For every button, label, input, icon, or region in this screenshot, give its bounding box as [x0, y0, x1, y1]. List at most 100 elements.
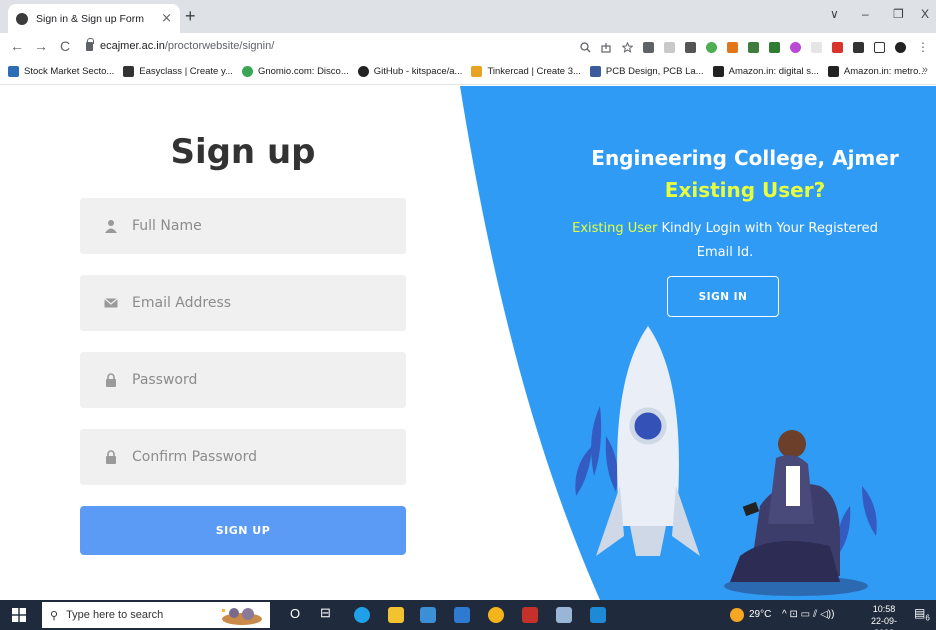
reload-button[interactable]: C [58, 38, 72, 54]
notepad-icon[interactable] [556, 607, 572, 623]
password-input[interactable] [132, 352, 392, 408]
notification-center-icon[interactable]: ▤6 [914, 606, 930, 622]
bookmark-label: Amazon.in: digital s... [728, 66, 819, 77]
bookmark-favicon-icon [123, 66, 135, 77]
back-button[interactable]: ← [10, 38, 24, 54]
bookmark-item[interactable]: PCB Design, PCB La... [589, 66, 704, 77]
bookmarks-overflow-button[interactable]: » [922, 64, 928, 76]
clock-time: 10:58 [872, 604, 896, 614]
system-tray-icons[interactable]: ^ ⊡ ▭ ⫽ ◁)) [782, 609, 834, 620]
tab-close-icon[interactable]: × [161, 11, 172, 26]
address-bar[interactable]: ecajmer.ac.in/proctorwebsite/signin/ [100, 40, 274, 52]
extension-icon[interactable] [832, 41, 843, 53]
window-minimize-button[interactable]: – [862, 7, 869, 21]
bookmark-item[interactable]: Gnomio.com: Disco... [241, 66, 349, 77]
college-name: Engineering College, Ajmer [591, 146, 899, 170]
confirm-password-field[interactable] [80, 429, 406, 485]
email-input[interactable] [132, 275, 392, 331]
bookmark-favicon-icon [589, 66, 601, 77]
password-field[interactable] [80, 352, 406, 408]
login-message: Existing User Kindly Login with Your Reg… [560, 217, 890, 265]
bookmark-item[interactable]: Amazon.in: metro... [827, 66, 927, 77]
browser-menu-icon[interactable]: ⋮ [916, 40, 930, 54]
extension-icon[interactable] [790, 41, 801, 53]
message-line1: Kindly Login with Your Registered [657, 221, 878, 236]
bookmark-item[interactable]: Tinkercad | Create 3... [471, 66, 581, 77]
email-field[interactable] [80, 275, 406, 331]
clock-date: 22-09-2022 [870, 616, 897, 630]
full-name-input[interactable] [132, 198, 392, 254]
forward-button[interactable]: → [34, 38, 48, 54]
extension-icon[interactable] [706, 41, 717, 53]
signup-button[interactable]: SIGN UP [80, 506, 406, 555]
tab-search-dropdown-icon[interactable]: ∨ [830, 7, 839, 21]
extension-icon[interactable] [643, 41, 654, 53]
bookmark-label: Stock Market Secto... [24, 66, 115, 77]
side-panel-icon[interactable] [874, 41, 885, 53]
filezilla-icon[interactable] [522, 607, 538, 623]
extension-icon[interactable] [664, 41, 675, 53]
new-tab-button[interactable]: + [185, 6, 196, 27]
metamask-icon[interactable] [727, 41, 738, 53]
amazon-icon [827, 66, 839, 77]
vscode-icon[interactable] [590, 607, 606, 623]
extension-icon[interactable] [769, 41, 780, 53]
window-close-button[interactable]: X [921, 7, 929, 21]
search-placeholder: Type here to search [66, 609, 164, 621]
extensions-area: ⋮ [580, 40, 930, 54]
confirm-password-input[interactable] [132, 429, 392, 485]
lock-icon [106, 450, 116, 464]
github-icon [357, 66, 369, 77]
bookmark-item[interactable]: GitHub - kitspace/a... [357, 66, 462, 77]
task-view-icon[interactable]: ⊟ [320, 605, 331, 621]
chrome-icon[interactable] [488, 607, 504, 623]
bookmark-label: Easyclass | Create y... [139, 66, 233, 77]
lock-icon [106, 373, 116, 387]
bookmark-item[interactable]: Easyclass | Create y... [123, 66, 233, 77]
store-icon[interactable] [420, 607, 436, 623]
extension-icon[interactable] [811, 41, 822, 53]
mail-icon[interactable] [454, 607, 470, 623]
search-highlight-art-icon [222, 608, 262, 625]
extensions-puzzle-icon[interactable] [853, 41, 864, 53]
bookmark-label: PCB Design, PCB La... [605, 66, 704, 77]
page-content: Sign up SIGN UP Engineering College, Ajm… [0, 86, 936, 600]
extension-icon[interactable] [748, 41, 759, 53]
profile-avatar[interactable] [895, 41, 906, 53]
url-host: ecajmer.ac.in [100, 40, 165, 52]
full-name-field[interactable] [80, 198, 406, 254]
cortana-icon[interactable]: O [290, 606, 300, 621]
signin-button[interactable]: SIGN IN [667, 276, 779, 317]
bookmark-favicon-icon [8, 66, 19, 77]
site-favicon-icon [16, 12, 28, 25]
share-icon[interactable] [601, 42, 612, 53]
weather-temperature[interactable]: 29°C [749, 609, 771, 620]
bookmark-item[interactable]: Amazon.in: digital s... [712, 66, 819, 77]
bookmark-label: Gnomio.com: Disco... [257, 66, 349, 77]
weather-icon[interactable] [730, 608, 744, 622]
existing-user-heading: Existing User? [664, 178, 826, 202]
message-highlight: Existing User [572, 221, 658, 236]
browser-toolbar: ← → C ecajmer.ac.in/proctorwebsite/signi… [0, 33, 936, 59]
signup-title: Sign up [170, 132, 316, 172]
tab-title: Sign in & Sign up Form [36, 12, 144, 25]
notification-count: 6 [925, 613, 930, 623]
zoom-icon[interactable] [580, 41, 591, 53]
window-restore-button[interactable]: ❐ [893, 7, 904, 21]
bookmark-star-icon[interactable] [622, 41, 633, 53]
browser-tab[interactable]: Sign in & Sign up Form × [8, 4, 180, 33]
url-path: /proctorwebsite/signin/ [164, 40, 275, 52]
amazon-icon [712, 66, 724, 77]
taskbar-clock[interactable]: 10:58 22-09-2022 [862, 603, 906, 630]
lock-icon[interactable] [86, 37, 94, 51]
search-icon: ⚲ [50, 608, 59, 622]
edge-browser-icon[interactable] [354, 607, 370, 623]
taskbar-search-box[interactable]: ⚲ Type here to search [42, 602, 270, 628]
message-line2: Email Id. [696, 245, 754, 260]
windows-start-icon[interactable] [12, 608, 26, 622]
file-explorer-icon[interactable] [388, 607, 404, 623]
bookmark-label: Amazon.in: metro... [843, 66, 927, 77]
bookmark-item[interactable]: Stock Market Secto... [8, 66, 114, 77]
envelope-icon [104, 298, 118, 308]
extension-icon[interactable] [685, 41, 696, 53]
